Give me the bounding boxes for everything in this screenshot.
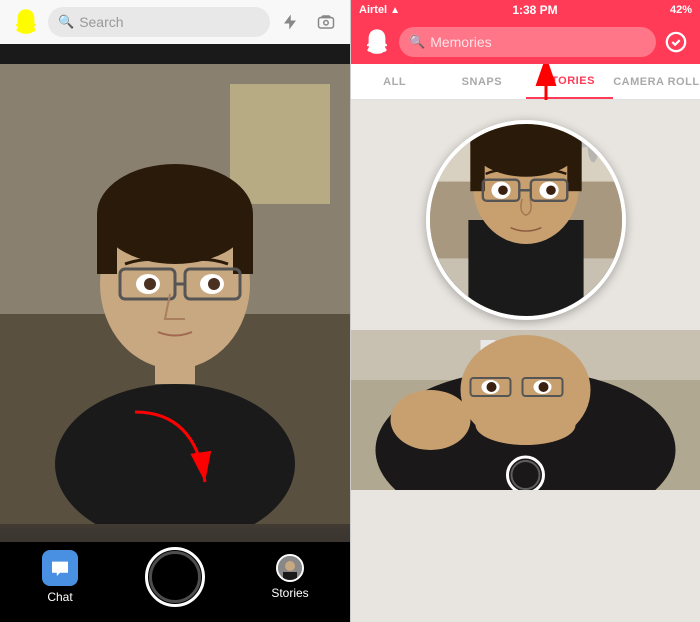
right-header-title: Memories	[430, 34, 491, 50]
flip-camera-icon[interactable]	[314, 10, 338, 34]
camera-view	[0, 64, 350, 542]
left-bottom-bar: Chat Stories	[0, 542, 350, 622]
select-icon	[665, 31, 687, 53]
chat-icon	[42, 550, 78, 586]
tab-camera-roll-label: CAMERA ROLL	[613, 76, 699, 88]
tab-stories[interactable]: STORIES	[526, 64, 613, 99]
left-header: 🔍 Search	[0, 0, 350, 44]
right-status-right: 42%	[670, 4, 692, 16]
right-search-bar[interactable]: 🔍 Memories	[399, 27, 656, 57]
right-time: 1:38 PM	[512, 3, 557, 17]
camera-person-left	[0, 64, 350, 524]
tab-stories-label: STORIES	[543, 75, 595, 87]
stories-label: Stories	[271, 586, 308, 600]
right-wifi-icon: ▲	[390, 5, 400, 16]
check-circle-icon[interactable]	[664, 30, 688, 54]
tab-snaps[interactable]: SNAPS	[438, 64, 525, 99]
right-battery: 42%	[670, 4, 692, 16]
chat-tab[interactable]: Chat	[25, 550, 95, 604]
memories-thumb-icon	[278, 556, 302, 580]
right-carrier: Airtel	[359, 4, 387, 16]
snapchat-logo-icon	[12, 8, 40, 36]
circle-photo-image	[430, 124, 622, 316]
memories-content	[351, 100, 700, 622]
shutter-inner	[149, 551, 201, 603]
search-icon: 🔍	[58, 14, 74, 30]
header-icons	[278, 10, 338, 34]
chat-label: Chat	[47, 590, 72, 604]
left-phone: Airtel ▲ 1:37 PM 42% 🔍 Search	[0, 0, 350, 622]
chat-bubble-icon	[50, 560, 70, 576]
right-status-left: Airtel ▲	[359, 4, 400, 16]
right-search-icon: 🔍	[409, 34, 425, 50]
tab-all-label: ALL	[383, 76, 406, 88]
right-status-bar: Airtel ▲ 1:38 PM 42%	[351, 0, 700, 20]
tab-snaps-label: SNAPS	[462, 76, 502, 88]
rect-story-photo[interactable]	[351, 330, 700, 490]
flash-icon[interactable]	[278, 10, 302, 34]
tabs-bar: ALL SNAPS STORIES CAMERA ROLL	[351, 64, 700, 100]
tab-all[interactable]: ALL	[351, 64, 438, 99]
search-input-label: Search	[79, 14, 123, 30]
rect-photo-image	[351, 330, 700, 490]
search-bar[interactable]: 🔍 Search	[48, 7, 270, 37]
stories-tab[interactable]: Stories	[255, 554, 325, 600]
right-header: 🔍 Memories	[351, 20, 700, 64]
tab-camera-roll[interactable]: CAMERA ROLL	[613, 64, 700, 99]
circle-story-photo[interactable]	[426, 120, 626, 320]
shutter-button[interactable]	[145, 547, 205, 607]
right-phone: Airtel ▲ 1:38 PM 42% 🔍 Memories ALL	[350, 0, 700, 622]
memories-icon	[276, 554, 304, 582]
right-snapchat-logo-icon	[363, 28, 391, 56]
